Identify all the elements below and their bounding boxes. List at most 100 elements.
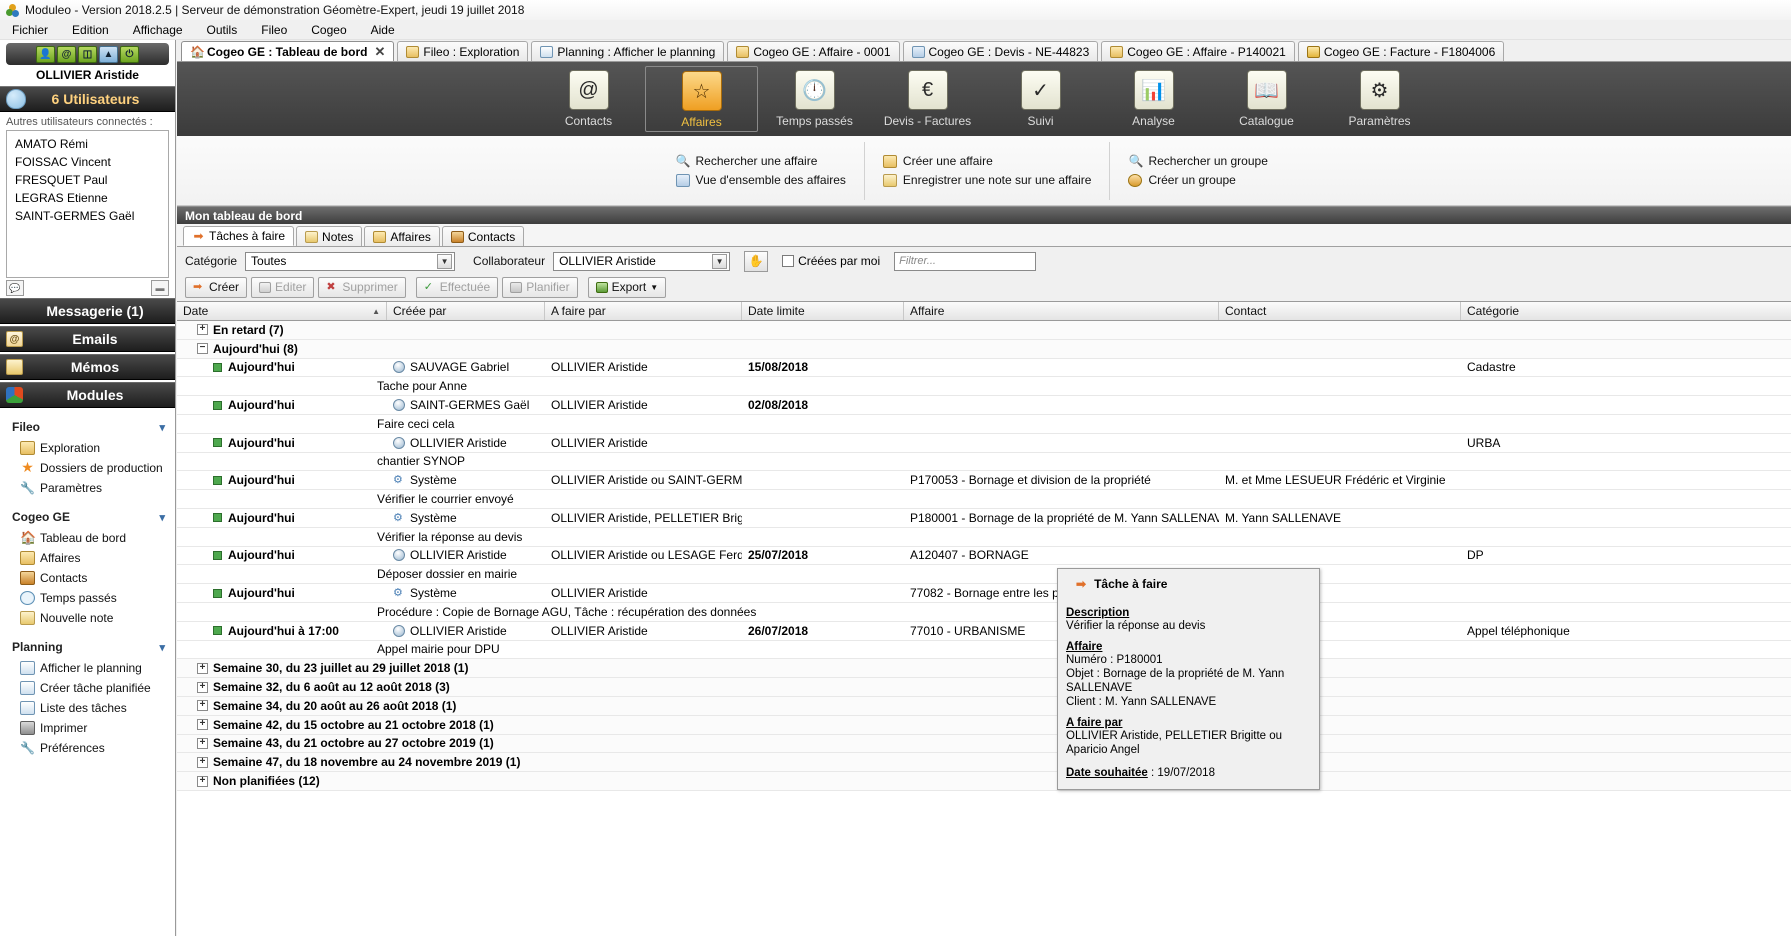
tab-tableau-de-bord[interactable]: 🏠 Cogeo GE : Tableau de bord ✕ [181,41,395,61]
expander-icon[interactable]: + [197,662,208,674]
chevron-down-icon[interactable]: ▼ [712,253,728,269]
table-row-detail[interactable]: Déposer dossier en mairie [177,565,1791,585]
list-item[interactable]: FOISSAC Vincent [7,153,168,171]
table-row[interactable]: Aujourd'hui SAINT-GERMES Gaël OLLIVIER A… [177,396,1791,415]
ribbon-item-temps-passes[interactable]: 🕛 Temps passés [758,66,871,130]
tab-affaire-p140021[interactable]: Cogeo GE : Affaire - P140021 [1101,41,1295,61]
sidebar-item-preferences[interactable]: 🔧 Préférences [0,738,175,758]
creer-button[interactable]: ➡ Créer [185,276,248,298]
group-row-semaine-30[interactable]: + Semaine 30, du 23 juillet au 29 juille… [177,659,1791,679]
filter-input[interactable]: Filtrer... [894,251,1037,271]
tab-affaire-0001[interactable]: Cogeo GE : Affaire - 0001 [727,41,900,61]
table-row-detail[interactable]: Faire ceci cela [177,415,1791,434]
table-row[interactable]: Aujourd'hui SAUVAGE Gabriel OLLIVIER Ari… [177,359,1791,378]
categorie-select[interactable]: Toutes ▼ [245,251,456,271]
expander-icon[interactable]: + [197,324,208,336]
hand-icon[interactable]: ✋ [744,250,769,272]
checkbox-box[interactable] [782,255,795,267]
column-header-affaire[interactable]: Affaire [904,302,1219,320]
sidebar-item-imprimer[interactable]: Imprimer [0,718,175,738]
column-header-date[interactable]: Date ▲ [177,302,387,320]
link-vue-ensemble-affaires[interactable]: Vue d'ensemble des affaires [675,173,846,187]
table-row-detail[interactable]: Vérifier la réponse au devis [177,528,1791,547]
menu-item-outils[interactable]: Outils [195,21,250,39]
expander-icon[interactable]: + [197,756,208,768]
sidebar-item-affaires[interactable]: Affaires [0,548,175,568]
ribbon-item-suivi[interactable]: ✓ Suivi [984,66,1097,130]
group-row-non-planifiees[interactable]: + Non planifiées (12) [177,772,1791,791]
table-row[interactable]: Aujourd'hui ⚙ Système OLLIVIER Aristide … [177,584,1791,603]
table-row-detail[interactable]: Procédure : Copie de Bornage AGU, Tâche … [177,603,1791,622]
group-row-aujourdhui[interactable]: − Aujourd'hui (8) [177,339,1791,359]
menu-item-aide[interactable]: Aide [359,21,407,39]
at-icon[interactable]: @ [57,45,76,63]
table-row-detail[interactable]: chantier SYNOP [177,453,1791,472]
table-row[interactable]: Aujourd'hui ⚙ Système OLLIVIER Aristide … [177,471,1791,491]
chat-icon[interactable]: 💬 [6,280,24,296]
person-icon[interactable]: 👤 [36,45,55,63]
tab-taches-a-faire[interactable]: ➡ Tâches à faire [183,226,295,246]
group-row-semaine-47[interactable]: + Semaine 47, du 18 novembre au 24 novem… [177,753,1791,773]
editer-button[interactable]: Editer [251,276,315,298]
sidebar-item-contacts[interactable]: Contacts [0,568,175,588]
ribbon-item-catalogue[interactable]: 📖 Catalogue [1210,66,1323,130]
table-row[interactable]: Aujourd'hui à 17:00 OLLIVIER Aristide OL… [177,622,1791,641]
tab-planning[interactable]: Planning : Afficher le planning [531,41,725,61]
ribbon-item-contacts[interactable]: @ Contacts [532,66,645,130]
connected-users-list[interactable]: AMATO Rémi FOISSAC Vincent FRESQUET Paul… [6,130,169,278]
chevron-down-icon[interactable]: ▾ [159,421,165,434]
link-enregistrer-note-affaire[interactable]: Enregistrer une note sur une affaire [882,173,1091,187]
list-item[interactable]: LEGRAS Etienne [7,189,168,207]
nav-section-header[interactable]: Fileo ▾ [0,418,175,438]
expander-icon[interactable]: + [197,700,208,712]
group-row-semaine-43[interactable]: + Semaine 43, du 21 octobre au 27 octobr… [177,734,1791,754]
sidebar-item-nouvelle-note[interactable]: Nouvelle note [0,608,175,628]
expander-icon[interactable]: + [197,681,208,693]
table-row-detail[interactable]: Tache pour Anne [177,377,1791,397]
expand-icon[interactable]: ▬ [151,280,169,296]
sidebar-bar-messagerie[interactable]: Messagerie (1) [0,298,175,324]
group-row-semaine-42[interactable]: + Semaine 42, du 15 octobre au 21 octobr… [177,715,1791,735]
sidebar-bar-modules[interactable]: Modules [0,382,175,408]
creees-par-moi-checkbox[interactable]: Créées par moi [782,254,880,268]
menu-item-fileo[interactable]: Fileo [249,21,299,39]
ribbon-item-analyse[interactable]: 📊 Analyse [1097,66,1210,130]
chevron-down-icon[interactable]: ▾ [159,641,165,654]
sidebar-item-afficher-planning[interactable]: Afficher le planning [0,658,175,678]
chevron-down-icon[interactable]: ▼ [437,253,453,269]
table-row[interactable]: Aujourd'hui OLLIVIER Aristide OLLIVIER A… [177,547,1791,566]
sidebar-item-exploration[interactable]: Exploration [0,438,175,458]
group-row-semaine-32[interactable]: + Semaine 32, du 6 août au 12 août 2018 … [177,678,1791,697]
expander-icon[interactable]: + [197,737,208,749]
menu-item-cogeo[interactable]: Cogeo [299,21,358,39]
sidebar-item-temps-passes[interactable]: Temps passés [0,588,175,608]
tab-notes[interactable]: Notes [296,226,363,246]
nav-section-header[interactable]: Cogeo GE ▾ [0,508,175,528]
link-creer-un-groupe[interactable]: Créer un groupe [1128,173,1292,187]
sidebar-item-liste-taches[interactable]: Liste des tâches [0,698,175,718]
expander-icon[interactable]: + [197,719,208,731]
tab-devis-ne44823[interactable]: Cogeo GE : Devis - NE-44823 [902,41,1099,61]
sidebar-bar-emails[interactable]: @ Emails [0,326,175,352]
table-row[interactable]: Aujourd'hui OLLIVIER Aristide OLLIVIER A… [177,434,1791,453]
close-icon[interactable]: ✕ [374,44,385,60]
link-rechercher-une-affaire[interactable]: 🔍 Rechercher une affaire [676,154,846,168]
expander-icon[interactable]: + [197,775,208,787]
column-header-contact[interactable]: Contact [1219,302,1461,320]
map-icon[interactable]: ▲ [99,45,118,63]
column-header-creee-par[interactable]: Créée par [387,302,545,320]
list-item[interactable]: AMATO Rémi [7,135,168,153]
menu-item-affichage[interactable]: Affichage [121,21,195,39]
chevron-down-icon[interactable]: ▼ [650,283,658,292]
sidebar-item-creer-tache-planifiee[interactable]: Créer tâche planifiée [0,678,175,698]
ribbon-item-parametres[interactable]: ⚙ Paramètres [1323,66,1436,130]
expander-icon[interactable]: − [197,343,208,355]
nav-section-header[interactable]: Planning ▾ [0,638,175,658]
link-creer-une-affaire[interactable]: Créer une affaire [882,154,1092,168]
planifier-button[interactable]: Planifier [502,276,578,298]
sidebar-item-dossiers-production[interactable]: ★ Dossiers de production [0,458,175,478]
ribbon-item-affaires[interactable]: ☆ Affaires [645,66,758,132]
sidebar-item-parametres-fileo[interactable]: 🔧 Paramètres [0,478,175,498]
link-rechercher-un-groupe[interactable]: 🔍 Rechercher un groupe [1128,154,1292,168]
collaborateur-select[interactable]: OLLIVIER Aristide ▼ [553,251,731,271]
